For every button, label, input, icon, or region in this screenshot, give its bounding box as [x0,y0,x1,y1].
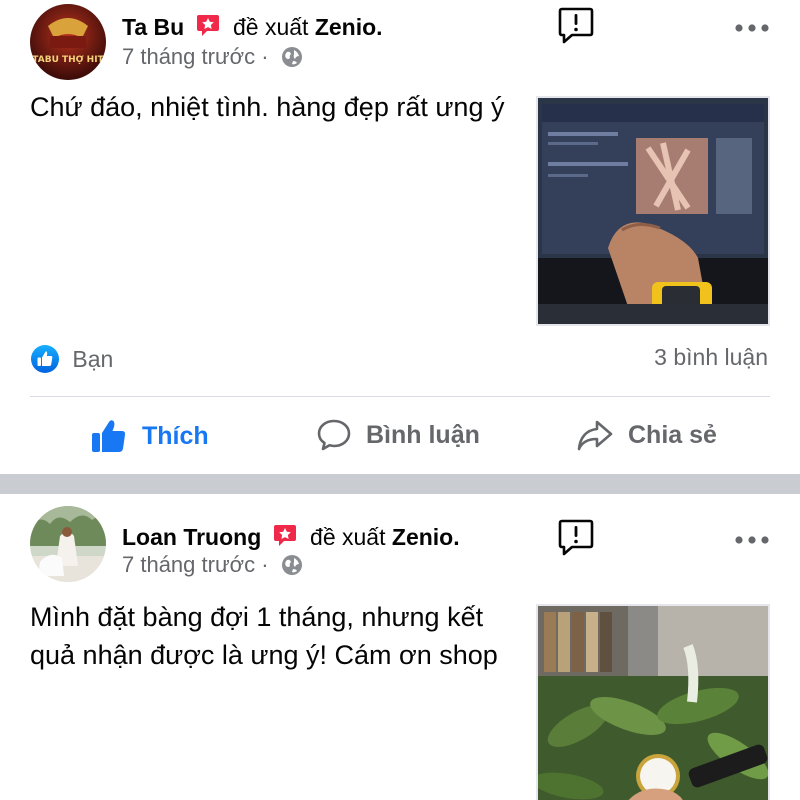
post-text: Mình đặt bàng đợi 1 tháng, nhưng kết quả… [30,602,498,670]
post-card: TABU THỢ HIT Ta Bu đề xuất Zenio. 7 thán… [0,0,800,474]
thumbs-up-icon [92,420,126,452]
share-icon [577,420,613,451]
comment-count[interactable]: 3 bình luận [654,344,768,371]
post-header: Ta Bu đề xuất Zenio. [122,12,383,44]
post-card: Loan Truong đề xuất Zenio. 7 tháng trước… [0,494,800,800]
globe-icon [281,46,303,74]
recommend-verb: đề xuất [310,524,386,550]
post-time[interactable]: 7 tháng trước · [122,44,269,69]
post-text: Chứ đáo, nhiệt tình. hàng đẹp rất ưng ý [30,92,505,122]
like-button-label: Thích [142,421,209,450]
post-meta: 7 tháng trước · [122,44,303,74]
share-button[interactable]: Chia sẻ [576,418,717,452]
reactions-summary[interactable]: Bạn [30,344,113,380]
comment-icon [317,419,351,451]
like-button[interactable]: Thích [90,418,209,454]
post-photo[interactable] [536,96,770,326]
post-time[interactable]: 7 tháng trước · [122,552,269,577]
like-reaction-icon [30,344,60,380]
author-name[interactable]: Ta Bu [122,14,184,40]
avatar-logo-text: TABU THỢ HIT [32,55,104,65]
author-name[interactable]: Loan Truong [122,524,261,550]
more-options-icon[interactable] [734,20,770,32]
recommend-verb: đề xuất [232,14,309,40]
page-name[interactable]: Zenio. [315,14,383,40]
page-name[interactable]: Zenio. [392,524,460,550]
reaction-label: Bạn [72,346,114,372]
comment-button-label: Bình luận [366,420,480,449]
divider [30,396,770,397]
report-icon[interactable] [558,6,594,44]
recommend-icon [195,12,221,44]
share-button-label: Chia sẻ [628,420,717,449]
post-meta: 7 tháng trước · [122,552,303,582]
recommend-icon [272,522,298,554]
comment-button[interactable]: Bình luận [316,418,480,452]
post-photo[interactable] [536,604,770,800]
avatar[interactable]: TABU THỢ HIT [30,4,106,80]
globe-icon [281,554,303,582]
avatar[interactable] [30,506,106,582]
post-header: Loan Truong đề xuất Zenio. [122,522,460,554]
report-icon[interactable] [558,518,594,556]
post-separator [0,474,800,494]
more-options-icon[interactable] [734,532,770,544]
